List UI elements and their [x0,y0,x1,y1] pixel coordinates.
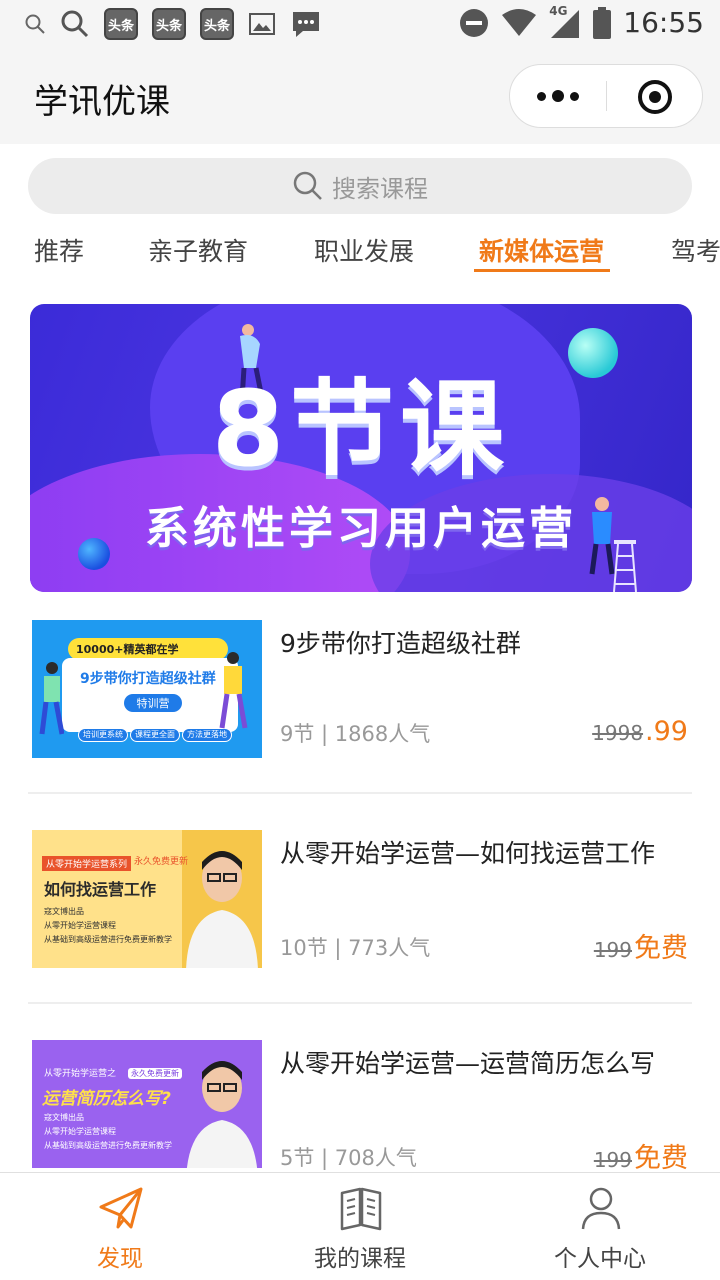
thumb-chip: 课程更全面 [130,728,180,742]
thumb-tag: 永久免费更新 [128,1068,182,1079]
capsule-divider [606,81,607,111]
course-thumbnail: 从零开始学运营系列 永久免费更新 如何找运营工作 寇文博出品 从零开始学运营课程… [32,830,262,968]
thumb-figure [39,662,64,735]
course-meta: 10节 | 773人气 [280,936,431,960]
search-placeholder: 搜索课程 [332,174,428,203]
course-item[interactable]: 从零开始学运营系列 永久免费更新 如何找运营工作 寇文博出品 从零开始学运营课程… [0,830,720,1040]
page-title: 学讯优课 [34,82,170,122]
miniprogram-capsule [509,64,703,128]
promo-banner[interactable]: 8节课 系统性学习用户运营 [30,304,692,592]
tab-recommend[interactable]: 推荐 [34,232,84,268]
tab-driving[interactable]: 驾考 [671,232,720,268]
toutiao-icon: 头条 [104,8,138,40]
status-bar: 头条 头条 头条 4G 16:55 [0,0,720,48]
thumb-line: 从零开始学运营课程 [44,1127,116,1136]
status-right: 4G 16:55 [459,4,704,39]
thumb-title: 9步带你打造超级社群 [80,671,216,687]
nav-label: 个人中心 [554,1246,646,1272]
title-bar: 学讯优课 [0,48,720,144]
course-thumbnail: 10000+精英都在学 9步带你打造超级社群 特训营 培训更系统 课程更全面 方… [32,620,262,758]
original-price: 199 [593,938,632,962]
search-icon [293,171,322,200]
nav-profile[interactable]: 个人中心 [480,1173,720,1280]
thumb-chip: 培训更系统 [78,728,128,742]
current-price: 免费 [634,933,688,964]
current-price: .99 [645,716,688,747]
image-icon [249,13,275,35]
tab-career[interactable]: 职业发展 [314,232,414,268]
thumb-title: 如何找运营工作 [44,880,157,899]
book-icon [340,1187,382,1231]
divider [28,792,692,794]
status-left: 头条 头条 头条 [24,8,322,40]
course-title: 9步带你打造超级社群 [280,629,521,658]
thumb-tag: 从零开始学运营系列 [42,856,132,871]
thumb-line: 寇文博出品 [44,907,84,916]
user-icon [581,1187,621,1230]
thumb-title: 运营简历怎么写? [42,1089,171,1109]
thumb-line: 从零开始学运营课程 [44,921,116,930]
course-price: 1998 .99 [592,716,688,747]
thumb-line: 寇文博出品 [44,1113,84,1122]
course-price: 199 免费 [594,1136,688,1175]
current-price: 免费 [634,1143,688,1174]
instructor-photo [186,851,258,968]
thumb-tag: 从零开始学运营之 [44,1069,117,1079]
nav-label: 我的课程 [314,1246,406,1272]
clock: 16:55 [623,6,704,39]
nav-label: 发现 [97,1246,143,1272]
close-miniprogram-icon[interactable] [638,80,672,114]
course-title: 从零开始学运营—如何找运营工作 [280,839,656,868]
thumb-line: 从基础到高级运营进行免费更新教学 [44,1141,172,1150]
toutiao-icon: 头条 [152,8,186,40]
banner-figure [589,497,637,592]
course-price: 199 免费 [594,926,688,965]
course-item[interactable]: 10000+精英都在学 9步带你打造超级社群 特训营 培训更系统 课程更全面 方… [0,620,720,830]
search-icon [61,10,89,38]
thumb-figure [219,652,248,729]
course-title: 从零开始学运营—运营简历怎么写 [280,1049,656,1078]
search-bar[interactable]: 搜索课程 [28,158,692,214]
bottom-nav: 发现 我的课程 个人中心 [0,1172,720,1280]
nav-my-courses[interactable]: 我的课程 [240,1173,480,1280]
thumb-tag: 永久免费更新 [134,857,189,867]
instructor-photo [186,1061,258,1168]
thumb-chip: 方法更落地 [182,728,232,742]
battery-icon [593,6,612,39]
tab-parenting[interactable]: 亲子教育 [148,232,248,268]
signal-icon: 4G [549,4,581,38]
nav-discover[interactable]: 发现 [0,1173,240,1280]
original-price: 199 [593,1148,632,1172]
thumb-line: 从基础到高级运营进行免费更新教学 [44,935,172,944]
active-tab-indicator [474,269,610,272]
more-icon[interactable] [510,65,606,127]
course-meta: 5节 | 708人气 [280,1146,417,1170]
tab-new-media[interactable]: 新媒体运营 [479,232,604,268]
course-meta: 9节 | 1868人气 [280,722,431,746]
original-price: 1998 [592,721,644,745]
network-label: 4G [549,3,568,18]
search-icon [25,14,45,34]
thumb-button: 特训营 [124,694,182,712]
wifi-icon [502,8,537,36]
category-tabs: 推荐 亲子教育 职业发展 新媒体运营 驾考 [0,224,720,274]
banner-headline: 8节课 [211,368,511,490]
message-icon [293,12,319,37]
thumb-top-text: 10000+精英都在学 [68,638,228,660]
divider [28,1002,692,1004]
course-thumbnail: 从零开始学运营之 永久免费更新 运营简历怎么写? 寇文博出品 从零开始学运营课程… [32,1040,262,1168]
toutiao-icon: 头条 [200,8,234,40]
dnd-icon [460,8,489,37]
paper-plane-icon [99,1187,143,1229]
